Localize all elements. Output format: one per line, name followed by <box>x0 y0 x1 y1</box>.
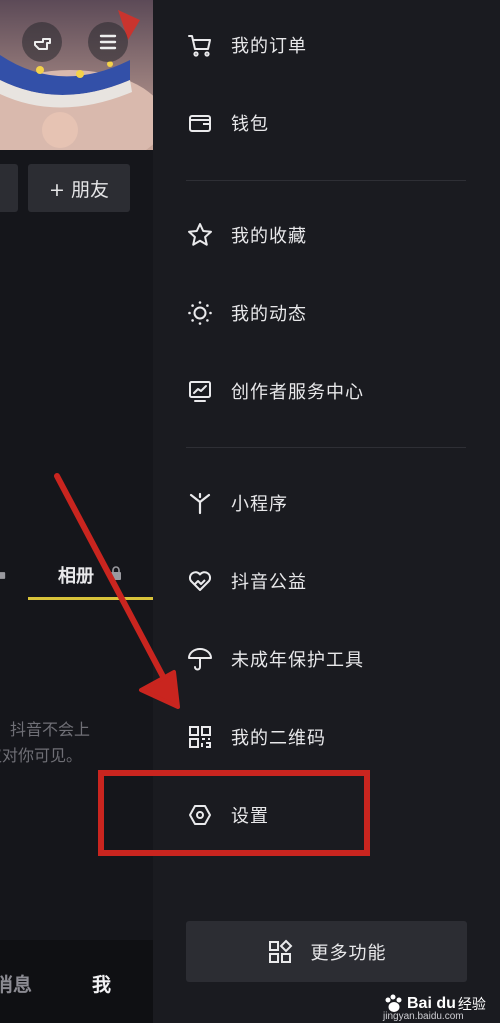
settings-highlight-box <box>98 770 370 856</box>
heart-icon <box>188 571 212 591</box>
menu-item-creator-center[interactable]: 创作者服务中心 <box>186 369 364 413</box>
menu-item-label: 我的收藏 <box>231 226 307 247</box>
nav-message[interactable]: 消息 <box>0 970 32 997</box>
gesture-button[interactable] <box>22 22 62 62</box>
profile-page-background: + 朋友 相册 抖音不会上 仅对你可见。 消息 我 <box>0 0 153 1023</box>
side-drawer-menu: 我的订单 钱包 我的收藏 我的动态 创作者服务中心 小程序 抖音公益 未成年保护… <box>153 0 500 1023</box>
asterisk-icon <box>189 492 211 515</box>
menu-item-label: 抖音公益 <box>231 572 307 593</box>
privacy-hint-line1: 抖音不会上 <box>10 720 91 739</box>
menu-item-label: 创作者服务中心 <box>231 382 364 403</box>
bottom-navigation: 消息 我 <box>0 940 153 1023</box>
menu-item-minor-protection[interactable]: 未成年保护工具 <box>186 637 364 681</box>
lock-icon <box>0 572 6 579</box>
more-features-button[interactable]: 更多功能 <box>186 921 467 982</box>
menu-item-label: 我的订单 <box>231 36 307 57</box>
privacy-hint-line2: 仅对你可见。 <box>0 746 83 765</box>
profile-cover-image <box>0 0 153 150</box>
watermark-url: jingyan.baidu.com <box>383 1011 464 1022</box>
wallet-icon <box>189 115 211 132</box>
more-features-label: 更多功能 <box>310 942 387 964</box>
menu-divider <box>186 447 466 448</box>
menu-item-label: 未成年保护工具 <box>231 650 364 671</box>
edit-profile-button[interactable] <box>0 164 18 212</box>
menu-item-qr-code[interactable]: 我的二维码 <box>186 715 326 759</box>
menu-item-favorites[interactable]: 我的收藏 <box>186 213 307 257</box>
menu-item-label: 我的动态 <box>231 304 307 325</box>
tab-album-label: 相册 <box>58 566 94 587</box>
lock-icon <box>111 566 121 580</box>
grid-apps-icon <box>268 939 292 963</box>
menu-button[interactable] <box>88 22 128 62</box>
menu-item-wallet[interactable]: 钱包 <box>186 101 269 145</box>
menu-item-orders[interactable]: 我的订单 <box>186 23 307 67</box>
cart-icon <box>188 35 211 57</box>
tab-album[interactable]: 相册 <box>28 560 153 600</box>
menu-divider <box>186 180 466 181</box>
umbrella-icon <box>188 648 212 671</box>
tab-album-underline <box>28 597 153 600</box>
menu-item-moments[interactable]: 我的动态 <box>186 291 307 335</box>
nav-me[interactable]: 我 <box>92 970 111 997</box>
menu-item-label: 小程序 <box>231 494 288 515</box>
monitor-chart-icon <box>189 381 211 402</box>
menu-item-label: 钱包 <box>231 114 269 135</box>
sun-dotted-icon <box>188 301 212 325</box>
menu-item-charity[interactable]: 抖音公益 <box>186 559 307 603</box>
add-friend-button[interactable]: + 朋友 <box>28 164 130 212</box>
menu-item-label: 我的二维码 <box>231 728 326 749</box>
star-icon <box>188 223 212 246</box>
menu-item-mini-programs[interactable]: 小程序 <box>186 481 288 525</box>
pointing-hand-icon <box>34 38 51 50</box>
hamburger-icon <box>99 34 117 50</box>
qr-code-icon <box>189 726 211 748</box>
